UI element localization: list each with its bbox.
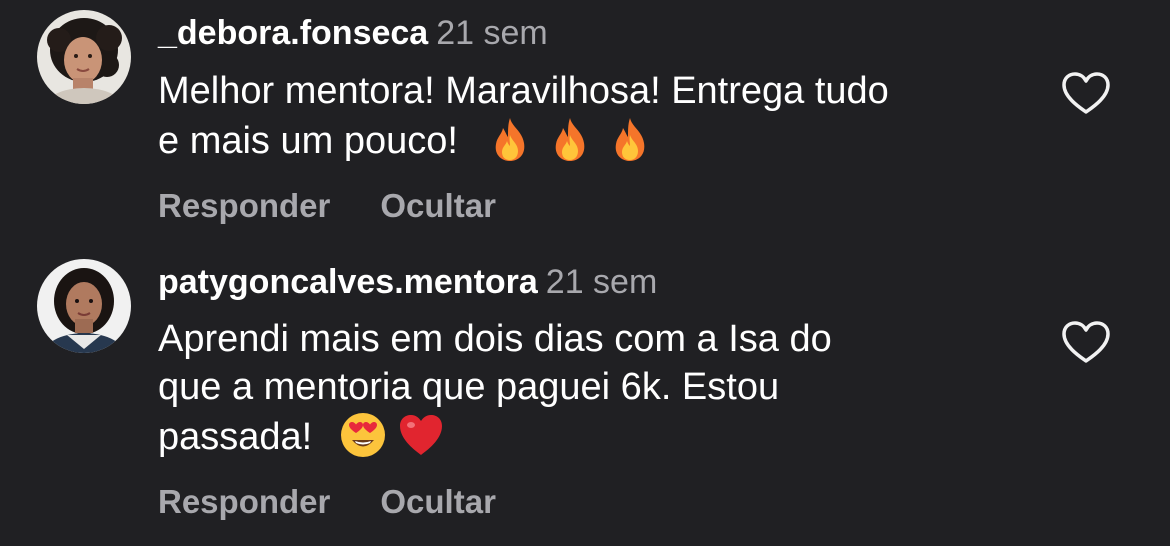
username[interactable]: patygoncalves.mentora [158,263,538,301]
reply-button[interactable]: Responder [158,483,330,520]
comment-text: Aprendi mais em dois dias com a Isa do q… [158,315,1038,461]
comment-header: patygoncalves.mentora 21 sem [158,262,657,302]
comment-text-line-with-emojis: passada! [158,411,1038,461]
avatar[interactable] [37,10,131,104]
heart-eyes-emoji [340,413,385,457]
fire-emoji [616,118,645,161]
comment-item: patygoncalves.mentora 21 sem Aprendi mais… [0,245,1170,546]
comment-header: _debora.fonseca 21 sem [158,13,548,53]
comment-actions: Responder Ocultar [158,482,496,522]
comment-item: _debora.fonseca 21 sem Melhor mentora! Ma… [0,0,1170,245]
red-heart-emoji [399,415,442,455]
heart-outline-icon[interactable] [1060,70,1112,116]
comment-text-line: que a mentoria que paguei 6k. Estou [158,366,780,408]
comment-text-line: Aprendi mais em dois dias com a Isa do [158,318,832,360]
comment-text-line: Melhor mentora! Maravilhosa! Entrega tud… [158,70,889,112]
comment-text: Melhor mentora! Maravilhosa! Entrega tud… [158,67,1038,165]
fire-emoji [496,118,525,161]
fire-emoji [556,118,585,161]
timestamp: 21 sem [545,263,658,301]
hide-button[interactable]: Ocultar [380,187,496,224]
comment-text-line-with-emojis: e mais um pouco! [158,115,1038,165]
hide-button[interactable]: Ocultar [380,483,496,520]
comment-text-line: e mais um pouco! [158,120,458,162]
reply-button[interactable]: Responder [158,187,330,224]
username[interactable]: _debora.fonseca [158,14,428,52]
comment-text-line: passada! [158,416,313,458]
timestamp: 21 sem [436,14,548,52]
heart-outline-icon[interactable] [1060,319,1112,365]
avatar[interactable] [37,259,131,353]
comment-actions: Responder Ocultar [158,186,496,226]
